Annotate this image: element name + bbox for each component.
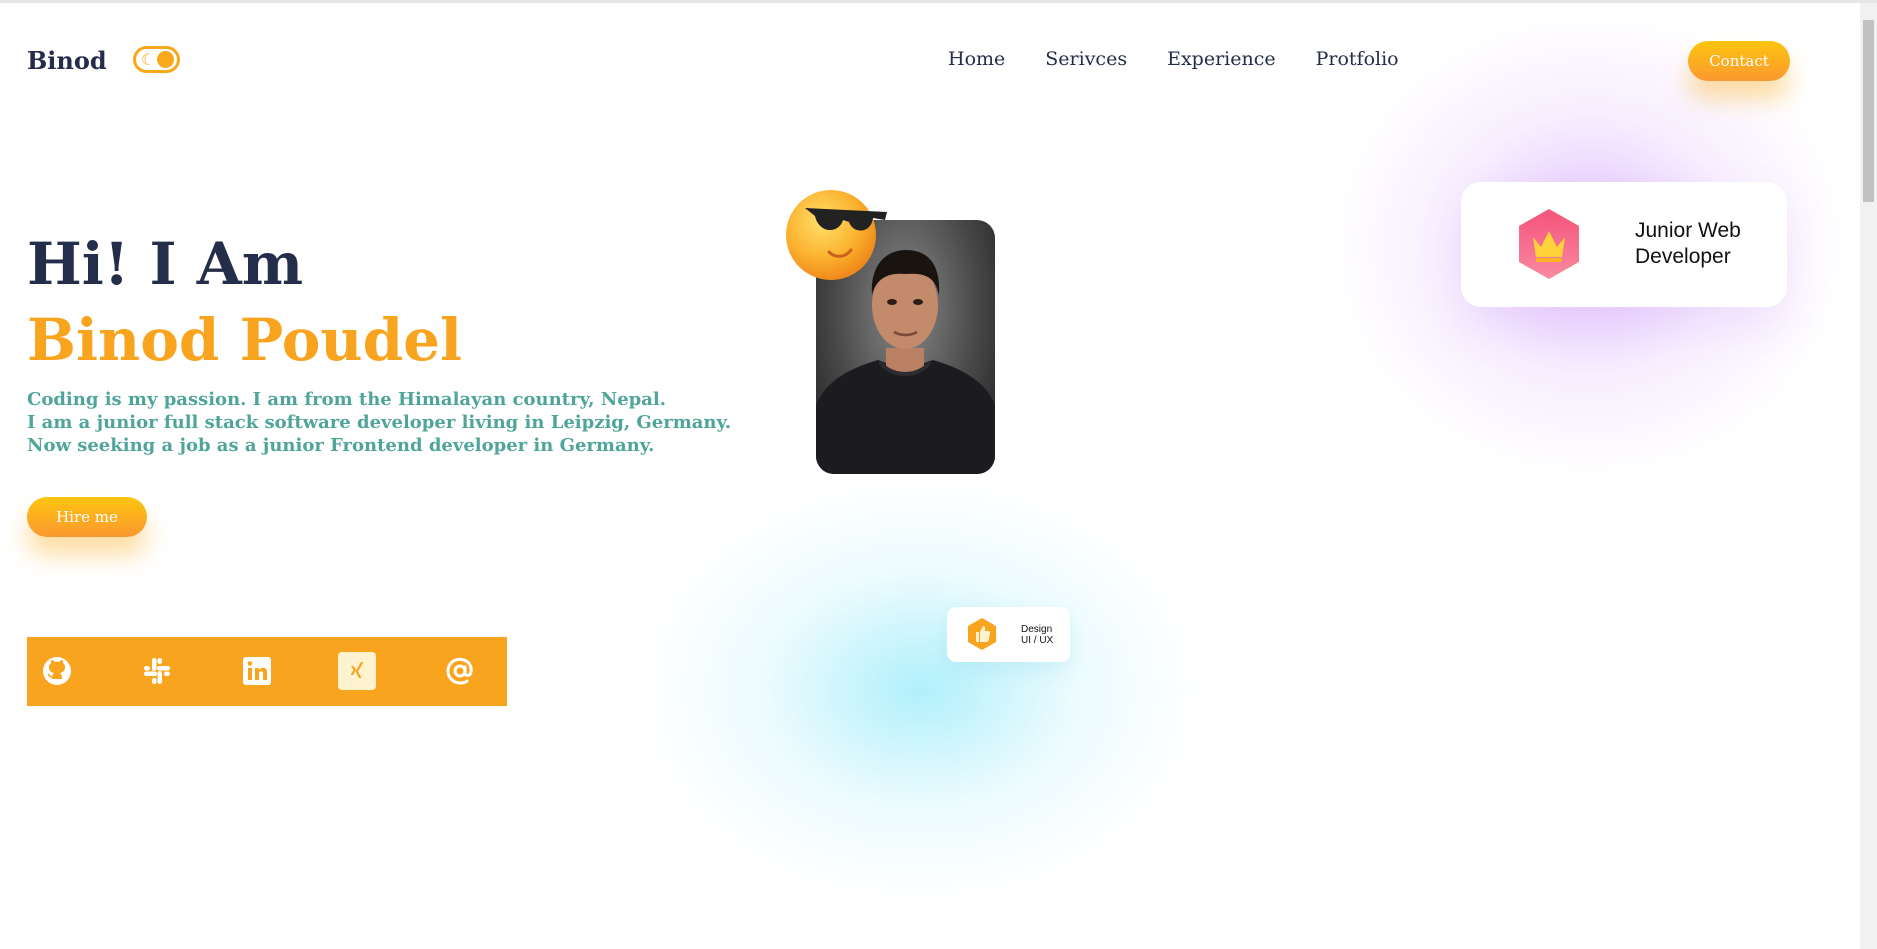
vertical-scrollbar[interactable] [1860,3,1877,949]
main-nav: Home Serivces Experience Protfolio [948,48,1399,70]
hero-greeting: Hi! I Am [27,230,304,298]
toggle-knob [157,51,174,68]
github-icon[interactable] [38,652,76,690]
hire-me-button[interactable]: Hire me [27,497,147,537]
role-card-line: Developer [1635,245,1731,268]
thumbs-up-icon [966,617,998,655]
nav-item-experience[interactable]: Experience [1167,48,1276,70]
design-card-text: Design UI / UX [1021,624,1053,646]
hero-description-line: Coding is my passion. I am from the Hima… [27,389,667,410]
theme-toggle[interactable]: ☾ [133,46,180,73]
site-logo[interactable]: Binod [27,46,107,75]
nav-item-portfolio[interactable]: Protfolio [1316,48,1399,70]
scrollbar-thumb[interactable] [1863,20,1874,202]
role-card-text: Junior Web Developer [1635,218,1741,270]
hero-description: Coding is my passion. I am from the Hima… [27,388,731,457]
browser-top-border [0,0,1877,3]
slack-icon[interactable] [138,652,176,690]
nav-item-home[interactable]: Home [948,48,1005,70]
crown-icon [1515,207,1583,285]
hero-name: Binod Poudel [27,306,463,374]
role-card: Junior Web Developer [1461,182,1787,307]
contact-button[interactable]: Contact [1688,41,1790,81]
sunglasses-emoji-icon [785,188,889,284]
cyan-blur-decoration [640,480,1200,900]
nav-item-services[interactable]: Serivces [1045,48,1127,70]
social-links-bar [27,637,507,706]
hero-description-line: Now seeking a job as a junior Frontend d… [27,435,655,456]
moon-icon: ☾ [141,50,156,69]
role-card-line: Junior Web [1635,219,1741,242]
design-card-line: UI / UX [1021,635,1054,646]
design-card-line: Design [1021,624,1053,635]
at-email-icon[interactable] [441,652,479,690]
design-card: Design UI / UX [947,607,1070,662]
xing-icon[interactable] [338,652,376,690]
linkedin-icon[interactable] [238,652,276,690]
hero-description-line: I am a junior full stack software develo… [27,412,732,433]
